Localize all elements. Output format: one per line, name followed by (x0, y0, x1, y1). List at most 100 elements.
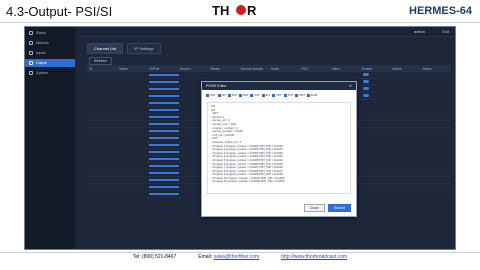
table-header: ID Name IP/Port Service Bitrate Service Numbe… (87, 65, 451, 72)
status-icon (29, 31, 33, 35)
input-icon (29, 51, 33, 55)
column-header: Service (179, 66, 191, 71)
sidebar-item-label: Network (36, 41, 49, 45)
enable-toggle[interactable] (362, 87, 369, 90)
filter-checkbox-eit[interactable]: EIT (261, 93, 270, 97)
refresh-button[interactable]: Refresh (89, 57, 112, 65)
checkbox-icon (272, 93, 276, 97)
column-header: Bitrate (210, 66, 220, 71)
network-icon (29, 41, 33, 45)
checkbox-icon (295, 93, 299, 97)
table-cell (147, 115, 180, 119)
table-cell[interactable] (361, 87, 391, 91)
sidebar-item-network[interactable]: Network (25, 39, 75, 47)
psi-tree: TSI NIT - SDT - Service A - service_id = 1… (207, 102, 351, 194)
table-row[interactable] (87, 72, 451, 79)
sidebar-item-output[interactable]: Output (25, 59, 75, 67)
column-header: Enable (361, 66, 372, 71)
tab-bar: Channel List IP Settings (87, 43, 161, 54)
bitrate-bar (149, 172, 180, 174)
psi-si-editor-dialog: PSI/SI Editor ✕ SDT NIT PAT BAT CAT EIT TDT TOT… (201, 81, 357, 217)
exit-button[interactable]: Exit (442, 29, 449, 34)
submit-button[interactable]: Submit (327, 204, 351, 212)
table-cell (147, 94, 180, 98)
bitrate-bar (149, 109, 180, 111)
topbar: admin Exit (75, 27, 455, 37)
filter-checkbox-tdt[interactable]: TDT (272, 93, 282, 97)
filter-label: TOT (287, 93, 294, 97)
sidebar-item-status[interactable]: Status (25, 29, 75, 37)
column-header: ID (89, 66, 93, 71)
checkbox-icon (261, 93, 265, 97)
bitrate-bar (149, 74, 180, 76)
bitrate-bar (149, 186, 180, 188)
bitrate-bar (149, 130, 180, 132)
filter-label: CAT (254, 93, 260, 97)
checkbox-icon (228, 93, 232, 97)
filter-checkbox-bat[interactable]: BAT (239, 93, 248, 97)
table-cell[interactable] (361, 94, 391, 98)
filter-checkbox-sdt[interactable]: SDT (206, 93, 216, 97)
enable-toggle[interactable] (362, 94, 369, 97)
sidebar-item-inputs[interactable]: Inputs (25, 49, 75, 57)
dialog-header: PSI/SI Editor ✕ (202, 82, 356, 90)
checkbox-icon (239, 93, 243, 97)
dialog-title: PSI/SI Editor (206, 84, 227, 88)
bitrate-bar (149, 102, 180, 104)
table-cell (147, 108, 180, 112)
table-cell[interactable] (361, 80, 391, 84)
website-link[interactable]: http://www.thorbroadcast.com (281, 254, 347, 266)
column-header: Action (422, 66, 432, 71)
filter-checkbox-tot[interactable]: TOT (283, 93, 294, 97)
model-label: HERMES-64 (409, 5, 472, 17)
table-cell (147, 87, 180, 91)
bitrate-bar (149, 144, 180, 146)
table-cell[interactable] (361, 73, 391, 77)
svg-text:R: R (247, 3, 257, 17)
bitrate-bar (149, 151, 180, 153)
user-menu[interactable]: admin (414, 29, 425, 34)
sidebar-item-label: Inputs (36, 51, 46, 55)
table-cell (147, 143, 180, 147)
sidebar-item-label: Output (36, 61, 47, 65)
slide-title: 4.3-Output- PSI/SI (6, 4, 113, 19)
close-button[interactable]: Close (303, 204, 325, 212)
checkbox-icon (206, 93, 209, 97)
filter-label: SDT (210, 93, 216, 97)
filter-label: TDT (276, 93, 282, 97)
sidebar-item-system[interactable]: System (25, 69, 75, 77)
bitrate-bar (149, 179, 180, 181)
checkbox-icon (250, 93, 254, 97)
system-icon (29, 71, 33, 75)
bitrate-bar (149, 81, 180, 83)
filter-checkbox-pmt[interactable]: PMT (295, 93, 305, 97)
tree-node[interactable]: - Program 11 program_number = 0x000B PMT… (211, 180, 347, 184)
contact-footer: Tel: (800) 521-8467 Email: sales@thorfib… (0, 254, 480, 266)
filter-checkbox-cat[interactable]: CAT (250, 93, 260, 97)
checkbox-icon (217, 93, 221, 97)
bitrate-bar (149, 158, 180, 160)
table-cell (147, 122, 180, 126)
filter-label: BAT (243, 93, 249, 97)
email-link[interactable]: sales@thorfiber.com (214, 254, 260, 260)
enable-toggle[interactable] (362, 80, 369, 83)
sidebar-item-label: System (36, 71, 48, 75)
table-cell (147, 150, 180, 154)
filter-label: PAT (232, 93, 238, 97)
table-cell (147, 136, 180, 140)
filter-checkbox-pat[interactable]: PAT (228, 93, 237, 97)
filter-checkbox-nit[interactable]: NIT (217, 93, 226, 97)
table-cell (147, 73, 180, 77)
filter-label: ECM (311, 93, 318, 97)
close-icon[interactable]: ✕ (349, 84, 352, 88)
bitrate-bar (149, 137, 180, 139)
bitrate-bar (149, 193, 180, 195)
enable-toggle[interactable] (362, 73, 369, 76)
filter-checkbox-ecm[interactable]: ECM (307, 93, 317, 97)
dialog-footer: Close Submit (303, 204, 351, 212)
tab-ip-settings[interactable]: IP Settings (127, 43, 161, 54)
column-header: Name (119, 66, 128, 71)
tab-channel-list[interactable]: Channel List (87, 43, 124, 54)
table-cell (147, 178, 180, 182)
column-header: Audio (270, 66, 280, 71)
